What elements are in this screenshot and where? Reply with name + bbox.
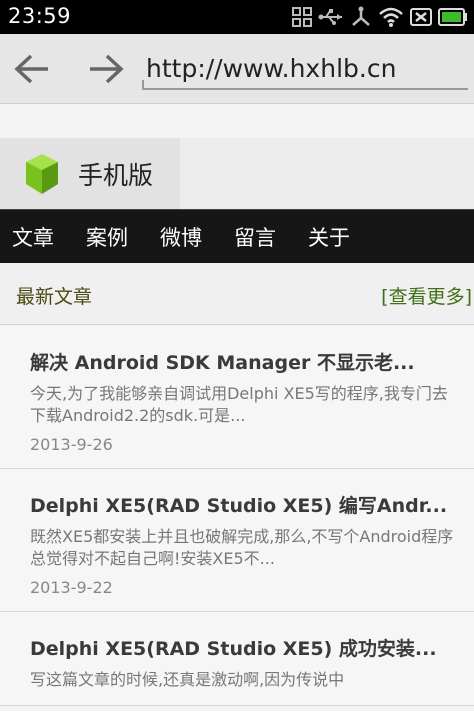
article-title[interactable]: 解决 Android SDK Manager 不显示老... — [30, 348, 454, 375]
menu-item-about[interactable]: 关于 — [308, 222, 350, 252]
back-button[interactable] — [8, 46, 56, 92]
site-brand[interactable]: 手机版 — [0, 138, 180, 210]
site-menu: 文章 案例 微博 留言 关于 — [0, 209, 474, 263]
menu-item-cases[interactable]: 案例 — [86, 222, 128, 252]
article-item[interactable]: 解决 Android SDK Manager 不显示老... 今天,为了我能够亲… — [0, 326, 474, 469]
section-title: 最新文章 — [16, 286, 93, 308]
site-header: 手机版 — [0, 138, 474, 210]
article-summary: 写这篇文章的时候,还真是激动啊,因为传说中 — [30, 670, 345, 689]
status-icons — [292, 4, 468, 30]
article-summary: 既然XE5都安装上并且也破解完成,那么,不写个Android程序总觉得对不起自己… — [30, 527, 454, 568]
status-bar: 23:59 — [0, 0, 474, 34]
article-item[interactable]: Delphi XE5(RAD Studio XE5) 编写Andr... 既然X… — [0, 469, 474, 612]
article-item[interactable]: Delphi XE5(RAD Studio XE5) 成功安装... 写这篇文章… — [0, 612, 474, 706]
arrow-left-icon — [14, 54, 48, 84]
view-more-link[interactable]: [查看更多] — [381, 282, 472, 309]
browser-toolbar: http://www.hxhlb.cn — [0, 34, 474, 104]
menu-item-articles[interactable]: 文章 — [12, 222, 54, 252]
site-brand-name: 手机版 — [78, 161, 154, 190]
forward-button[interactable] — [82, 46, 130, 92]
latest-articles-header: 最新文章 [查看更多] — [0, 263, 474, 325]
no-sim-icon — [410, 8, 432, 26]
article-title[interactable]: Delphi XE5(RAD Studio XE5) 编写Andr... — [30, 491, 454, 518]
url-bar[interactable]: http://www.hxhlb.cn — [142, 50, 468, 90]
debug-icon — [352, 6, 370, 26]
url-text[interactable]: http://www.hxhlb.cn — [146, 54, 396, 83]
article-summary: 今天,为了我能够亲自调试用Delphi XE5写的程序,我专门去下载Androi… — [30, 384, 448, 425]
usb-icon — [318, 9, 342, 25]
menu-item-messages[interactable]: 留言 — [234, 222, 276, 252]
wifi-icon — [379, 7, 403, 27]
arrow-right-icon — [90, 54, 124, 84]
article-list: 解决 Android SDK Manager 不显示老... 今天,为了我能够亲… — [0, 326, 474, 706]
battery-icon — [438, 8, 467, 26]
web-page: 手机版 文章 案例 微博 留言 关于 最新文章 [查看更多] 解决 Androi… — [0, 104, 474, 711]
status-time: 23:59 — [8, 4, 72, 28]
cube-logo-icon — [26, 154, 58, 194]
article-date: 2013-9-22 — [30, 578, 113, 597]
menu-item-weibo[interactable]: 微博 — [160, 222, 202, 252]
article-date: 2013-9-26 — [30, 435, 113, 454]
article-title[interactable]: Delphi XE5(RAD Studio XE5) 成功安装... — [30, 634, 454, 661]
grid-icon — [292, 7, 312, 27]
